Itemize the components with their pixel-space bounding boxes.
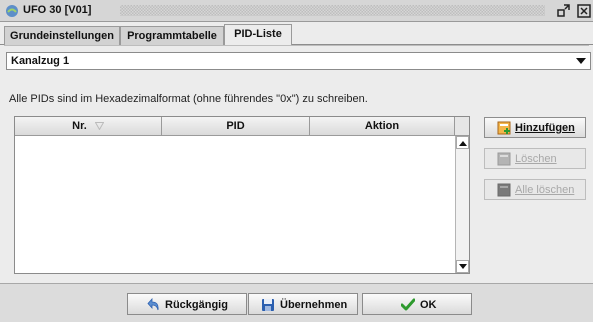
scroll-corner — [455, 117, 469, 136]
delete-all-button-label: Alle löschen — [515, 184, 575, 196]
dropdown-arrow-icon[interactable] — [576, 57, 586, 65]
vertical-scrollbar[interactable] — [455, 136, 469, 273]
pid-table[interactable]: Nr. PID Aktion — [14, 116, 470, 274]
column-header-nr-label: Nr. — [72, 120, 87, 132]
apply-button[interactable]: Übernehmen — [248, 293, 358, 315]
checkmark-icon — [401, 298, 415, 311]
undo-icon — [147, 298, 159, 311]
add-button-label: Hinzufügen — [515, 122, 575, 134]
tab-bar: Grundeinstellungen Programmtabelle PID-L… — [0, 23, 593, 45]
channel-select-value: Kanalzug 1 — [11, 55, 70, 67]
scroll-down-button[interactable] — [456, 260, 469, 273]
undo-button[interactable]: Rückgängig — [127, 293, 247, 315]
add-item-icon — [497, 121, 511, 135]
channel-select[interactable]: Kanalzug 1 — [6, 52, 591, 70]
ok-button-label: OK — [420, 299, 437, 311]
hex-format-hint: Alle PIDs sind im Hexadezimalformat (ohn… — [9, 93, 368, 105]
divider — [4, 45, 589, 46]
title-grip — [120, 5, 545, 16]
arrow-down-icon — [459, 264, 467, 269]
close-window-icon[interactable] — [577, 4, 591, 18]
scroll-up-button[interactable] — [456, 136, 469, 149]
tab-programmtabelle[interactable]: Programmtabelle — [120, 26, 224, 45]
table-header: Nr. PID Aktion — [15, 117, 455, 136]
ok-button[interactable]: OK — [362, 293, 472, 315]
ufo-app-icon — [6, 5, 18, 17]
column-header-pid[interactable]: PID — [162, 117, 310, 136]
arrow-up-icon — [459, 141, 467, 146]
save-icon — [262, 299, 274, 311]
tab-grundeinstellungen[interactable]: Grundeinstellungen — [4, 26, 120, 45]
restore-window-icon[interactable] — [557, 4, 571, 18]
column-header-nr[interactable]: Nr. — [15, 117, 162, 136]
apply-button-label: Übernehmen — [280, 299, 348, 311]
dialog-footer: Rückgängig Übernehmen OK — [0, 283, 593, 322]
sort-descending-icon — [94, 122, 104, 130]
delete-all-button[interactable]: Alle löschen — [484, 179, 586, 200]
delete-icon — [497, 152, 511, 166]
delete-button-label: Löschen — [515, 153, 557, 165]
tab-pid-liste[interactable]: PID-Liste — [224, 24, 292, 45]
undo-button-label: Rückgängig — [165, 299, 228, 311]
delete-button[interactable]: Löschen — [484, 148, 586, 169]
title-bar: UFO 30 [V01] — [0, 0, 593, 22]
delete-all-icon — [497, 183, 511, 197]
add-button[interactable]: Hinzufügen — [484, 117, 586, 138]
window-title: UFO 30 [V01] — [23, 4, 92, 16]
column-header-aktion[interactable]: Aktion — [310, 117, 455, 136]
